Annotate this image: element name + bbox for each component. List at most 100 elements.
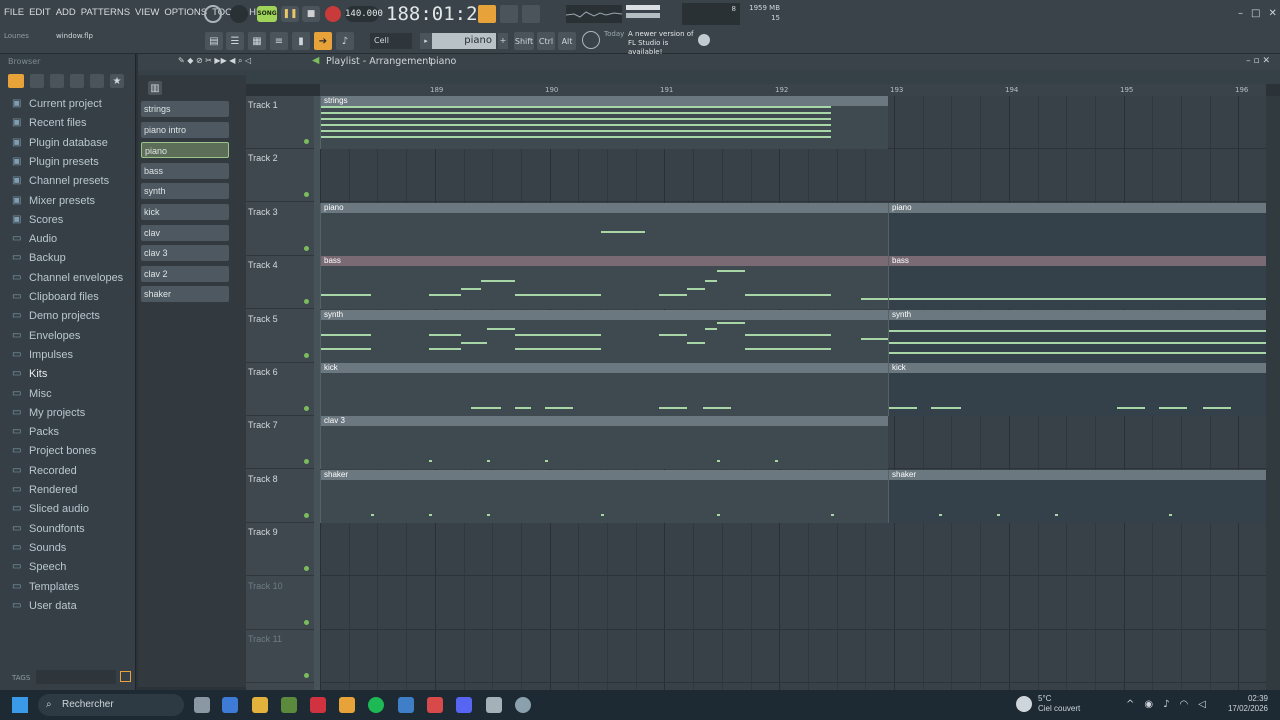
track-header[interactable]: Track 9 [246,523,314,577]
picker-mode-icon[interactable]: ▥ [148,81,162,95]
pattern-item[interactable]: shaker [141,286,229,303]
piano-roll-icon[interactable]: ☰ [226,32,244,50]
search-icon[interactable] [120,671,131,682]
track-header[interactable]: Track 2 [246,149,314,203]
add-pattern-icon[interactable]: + [498,33,508,49]
app-icon[interactable] [427,697,443,713]
browser-item[interactable]: ▣ Plugin presets [12,153,99,171]
pattern-item[interactable]: strings [141,101,229,117]
weather-icon[interactable] [1016,696,1032,712]
menu-file[interactable]: FILE [4,7,24,18]
opera-icon[interactable] [310,697,326,713]
browser-item[interactable]: ▭ Recorded [12,462,77,480]
track-mute-led[interactable] [304,352,309,358]
track-lane[interactable] [320,577,1266,630]
pattern-item[interactable]: synth [141,183,229,200]
pattern-prev-icon[interactable]: ▸ [420,33,432,49]
play-button[interactable]: ❚❚ [281,6,299,22]
menu-view[interactable]: VIEW [135,7,159,18]
pattern-clip[interactable]: piano [888,202,1266,256]
pattern-clip[interactable]: synth [888,309,1266,363]
browser-item[interactable]: ▣ Recent files [12,114,86,132]
browser-item[interactable]: ▭ User data [12,597,77,615]
weather-widget[interactable]: 5°C Ciel couvert [1038,694,1080,714]
discord-icon[interactable] [456,697,472,713]
vertical-scrollbar[interactable] [1266,96,1280,690]
minimize-icon[interactable]: – [1238,8,1243,19]
tempo-display[interactable]: 140.000 [345,6,383,22]
volume-icon[interactable]: ◁ [1198,699,1206,710]
menu-patterns[interactable]: PATTERNS [81,7,130,18]
pattern-clip[interactable]: strings [320,96,888,149]
stop-button[interactable]: ■ [302,6,320,22]
maximize-icon[interactable]: □ [1251,8,1260,19]
windows-start-icon[interactable] [12,697,28,713]
arrow-icon[interactable]: ➔ [314,32,332,50]
alt-button[interactable]: Alt [558,32,576,50]
track-header[interactable]: Track 10 [246,577,314,630]
copilot-icon[interactable] [222,697,238,713]
track-header[interactable]: Track 4 [246,256,314,310]
track-lane[interactable] [320,149,1266,203]
track-mute-led[interactable] [304,566,309,572]
snap-select[interactable]: Cell [370,33,412,49]
close-icon[interactable]: ✕ [1268,8,1276,19]
browser-item[interactable]: ▭ Misc [12,385,52,403]
step-edit-icon[interactable] [500,5,518,23]
browser-item[interactable]: ▭ Sounds [12,539,66,557]
pattern-clip[interactable]: clav 3 [320,416,888,470]
browser-item[interactable]: ▣ Current project [12,95,102,113]
master-pitch-knob[interactable] [230,5,248,23]
timeline-ruler[interactable]: 189 190 191 192 193 194 195 196 [320,84,1266,96]
browser-item[interactable]: ▭ Demo projects [12,307,100,325]
clock[interactable]: 02:39 17/02/2026 [1222,694,1268,714]
time-display[interactable]: 188:01:22 [386,2,489,26]
back-icon[interactable] [50,74,64,88]
chrome-icon[interactable] [515,697,531,713]
track-mute-led[interactable] [304,512,309,518]
track-header[interactable]: Track 5 [246,310,314,363]
playlist-grid[interactable]: strings piano piano bass bass synth synth kick k… [320,96,1266,690]
track-header[interactable]: Track 7 [246,416,314,470]
track-header[interactable]: Track 3 [246,203,314,256]
pattern-item[interactable]: clav [141,224,229,241]
track-lane[interactable] [320,630,1266,683]
pattern-clip[interactable]: kick [320,363,888,416]
news-icon[interactable] [582,31,600,49]
news-text[interactable]: A newer version of FL Studio is availabl… [628,30,696,57]
store-icon[interactable] [281,697,297,713]
browser-item[interactable]: ▭ Channel envelopes [12,269,123,287]
track-mute-led[interactable] [304,245,309,251]
menu-add[interactable]: ADD [56,7,76,18]
playlist-scroll-bar[interactable] [138,70,1280,84]
typing-keyboard-icon[interactable] [478,5,496,23]
browser-item[interactable]: ▭ Envelopes [12,327,80,345]
microphone-icon[interactable]: ♪ [1163,699,1169,710]
pattern-item[interactable]: bass [141,162,229,179]
play-pattern-icon[interactable]: ◀ [312,55,319,66]
task-view-icon[interactable] [194,697,210,713]
microphone-icon[interactable]: ♪ [336,32,354,50]
track-header[interactable]: Track 8 [246,470,314,523]
chevron-up-icon[interactable]: ^ [1126,699,1134,710]
file-explorer-icon[interactable] [252,697,268,713]
fl-studio-icon[interactable] [339,697,355,713]
browser-item[interactable]: ▭ Kits [12,365,47,383]
track-mute-led[interactable] [304,299,309,305]
browser-item[interactable]: ▣ Channel presets [12,172,109,190]
track-header[interactable]: Track 1 [246,96,314,149]
track-lane[interactable] [320,523,1266,577]
pattern-clip[interactable]: bass [320,256,889,310]
pattern-clip[interactable]: synth [320,309,889,363]
pattern-item[interactable]: clav 3 [141,245,229,262]
pattern-item[interactable]: piano intro [141,121,229,138]
browser-item[interactable]: ▭ Soundfonts [12,520,85,538]
track-header[interactable]: Track 11 [246,630,314,683]
wifi-icon[interactable]: ◠ [1180,699,1189,710]
browser-item[interactable]: ▭ Sliced audio [12,500,89,518]
pattern-selector[interactable]: piano [432,33,496,49]
pattern-clip[interactable]: shaker [888,469,1266,523]
browser-item[interactable]: ▭ My projects [12,404,85,422]
track-mute-led[interactable] [304,406,309,411]
update-icon[interactable] [698,34,710,46]
